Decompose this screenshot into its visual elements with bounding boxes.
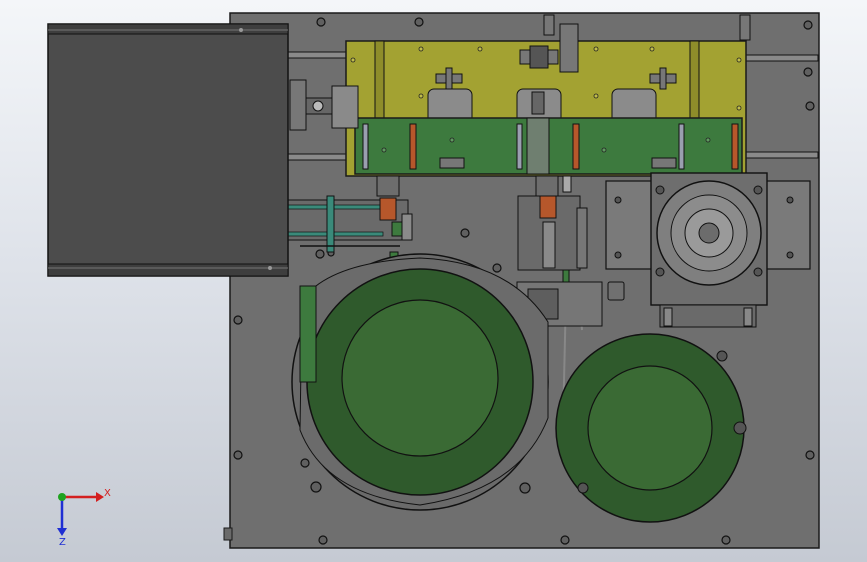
cad-drawing: X Z xyxy=(47,12,820,549)
cad-viewport[interactable]: X Z xyxy=(0,0,867,562)
z-axis-label: Z xyxy=(59,537,66,548)
y-axis-dot xyxy=(58,493,66,501)
x-axis-label: X xyxy=(104,488,111,499)
left-feed-bowl xyxy=(291,253,549,511)
green-panel xyxy=(354,117,743,175)
right-feed-bowl xyxy=(555,333,747,523)
axis-triad: X Z xyxy=(57,488,111,548)
cover-panel xyxy=(47,23,289,277)
